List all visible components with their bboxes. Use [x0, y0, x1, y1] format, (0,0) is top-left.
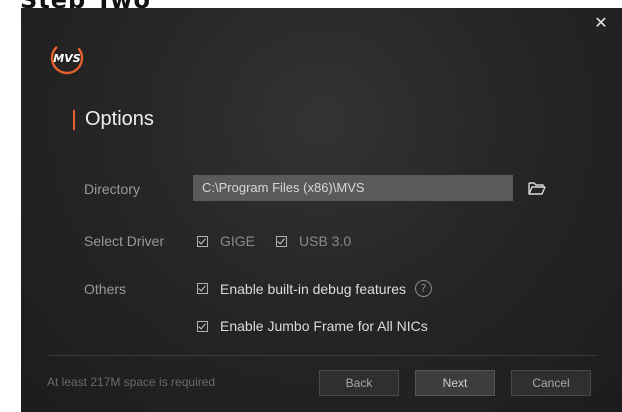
checkbox-gige[interactable]: GIGE [197, 233, 255, 249]
checkbox-usb3-box[interactable] [276, 235, 287, 247]
next-button[interactable]: Next [415, 370, 495, 396]
logo-text: MVS [53, 52, 80, 65]
back-button[interactable]: Back [319, 370, 399, 396]
space-required-note: At least 217M space is required [47, 375, 216, 389]
select-driver-label: Select Driver [84, 233, 165, 249]
checkbox-usb3-label: USB 3.0 [299, 233, 352, 249]
close-icon[interactable]: ✕ [592, 14, 610, 32]
checkbox-gige-label: GIGE [220, 233, 256, 249]
directory-label: Directory [84, 181, 141, 197]
help-icon[interactable]: ? [415, 280, 433, 297]
checkbox-usb3[interactable]: USB 3.0 [276, 233, 351, 249]
directory-input[interactable] [193, 175, 513, 201]
checkbox-gige-box[interactable] [197, 235, 208, 247]
checkbox-jumbo-label: Enable Jumbo Frame for All NICs [220, 318, 428, 334]
section-title-text: Options [85, 108, 154, 130]
checkbox-debug-box[interactable] [197, 283, 208, 294]
folder-open-icon[interactable] [527, 178, 547, 198]
installer-dialog: ✕ MVS Options Directory Select Driver GI… [21, 8, 622, 412]
checkbox-debug-label: Enable built-in debug features [220, 280, 407, 297]
accent-bar [73, 109, 75, 130]
checkbox-jumbo-box[interactable] [197, 320, 208, 332]
mvs-logo: MVS [50, 41, 84, 75]
checkbox-jumbo-frame[interactable]: Enable Jumbo Frame for All NICs [197, 318, 428, 334]
cancel-button[interactable]: Cancel [511, 370, 591, 396]
checkbox-debug-features[interactable]: Enable built-in debug features ? [197, 280, 433, 297]
footer-divider [47, 355, 596, 356]
others-label: Others [84, 281, 127, 297]
section-title: Options [73, 108, 154, 131]
